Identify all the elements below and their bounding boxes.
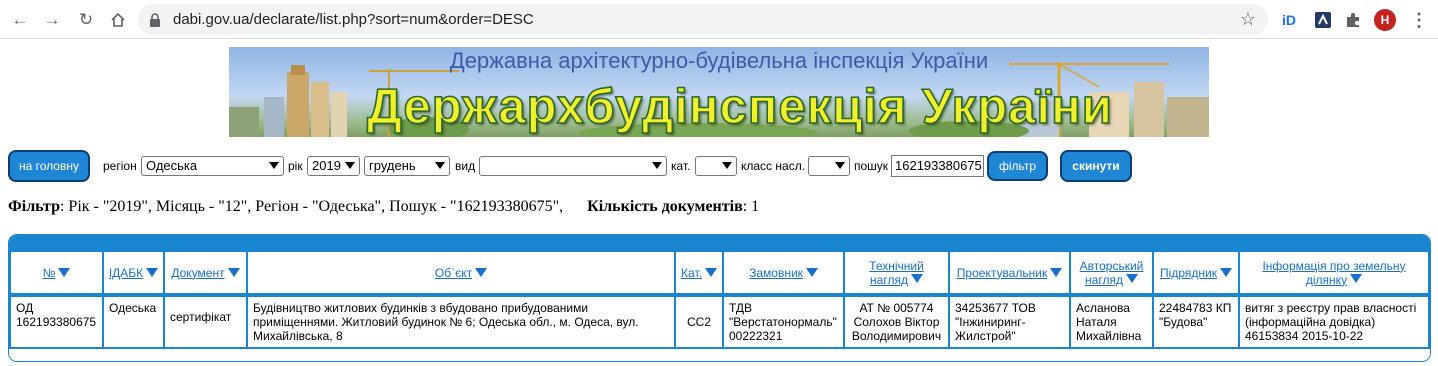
address-bar[interactable]: dabi.gov.ua/declarate/list.php?sort=num&… [138, 4, 1268, 35]
search-input[interactable]: 162193380675 [891, 155, 984, 177]
column-header-designer[interactable]: Проектувальник [948, 250, 1071, 295]
class-label: класс насл. [741, 159, 806, 173]
column-header-land-info[interactable]: Інформація про земельну ділянку [1238, 250, 1430, 295]
document-count-label: Кількість документів [587, 198, 743, 215]
column-header-object[interactable]: Об`єкт [246, 250, 676, 295]
forward-arrow-icon[interactable]: → [40, 8, 64, 32]
cell-customer: ТДВ "Верстатонормаль" 00222321 [722, 295, 845, 349]
sort-triangle-icon [704, 268, 717, 277]
chevron-down-icon [835, 162, 845, 169]
cell-contractor: 22484783 КП "Будова" [1152, 295, 1240, 349]
header-label: ділянку [1305, 272, 1348, 287]
home-button[interactable]: на головну [8, 150, 90, 182]
cell-idabk: Одеська [102, 295, 165, 349]
category-label: кат. [671, 159, 691, 173]
header-label: Технічний [869, 258, 924, 273]
reset-button[interactable]: скинути [1060, 150, 1132, 182]
sort-triangle-icon [475, 268, 488, 277]
chevron-down-icon [722, 162, 732, 169]
back-arrow-icon[interactable]: ← [8, 8, 32, 32]
column-header-category[interactable]: Кат. [674, 250, 724, 295]
site-banner: Державна архітектурно-будівельна інспекц… [229, 47, 1209, 137]
sort-triangle-icon [1219, 268, 1232, 277]
sort-triangle-icon [227, 268, 240, 277]
profile-avatar[interactable]: H [1374, 9, 1396, 31]
cell-document: сертифікат [163, 295, 248, 349]
year-value: 2019 [312, 158, 341, 173]
header-label: Кат. [681, 265, 702, 280]
header-label: Проектувальник [956, 265, 1048, 280]
browser-toolbar: ← → ↻ dabi.gov.ua/declarate/list.php?sor… [0, 0, 1438, 39]
year-select[interactable]: 2019 [307, 156, 360, 176]
class-select[interactable] [808, 156, 850, 176]
cell-land-info: витяг з реєстру прав власності (інформац… [1238, 295, 1430, 349]
extension-id-icon[interactable]: iD [1278, 9, 1300, 31]
banner-subtitle: Державна архітектурно-будівельна інспекц… [449, 48, 989, 73]
region-select[interactable]: Одеська [141, 156, 284, 176]
sort-triangle-icon [1050, 268, 1063, 277]
region-value: Одеська [146, 158, 198, 173]
month-value: грудень [369, 158, 416, 173]
region-label: регіон [103, 159, 137, 173]
extension-puzzle-dark-icon[interactable] [1312, 9, 1334, 31]
category-select[interactable] [695, 156, 737, 176]
declarations-table: № ІДАБК Документ Об`єкт Кат. Замовник Те… [8, 234, 1431, 362]
chevron-down-icon [435, 162, 445, 169]
filter-summary: Фільтр: Рік - "2019", Місяць - "12", Рег… [8, 198, 759, 216]
sort-triangle-icon [805, 268, 818, 277]
extensions-puzzle-icon[interactable] [1342, 9, 1364, 31]
header-label: Інформація про земельну [1262, 258, 1406, 273]
cell-designer: 34253677 ТОВ "Інжиниринг-Жилстрой" [948, 295, 1071, 349]
header-label: ІДАБК [108, 265, 144, 280]
header-label: № [42, 265, 56, 280]
type-select[interactable] [479, 156, 667, 176]
chevron-down-icon [345, 162, 355, 169]
header-label: Авторський [1079, 258, 1144, 273]
menu-kebab-icon[interactable]: ⋮ [1408, 9, 1430, 31]
column-header-technical-supervision[interactable]: Технічний нагляд [843, 250, 950, 295]
filter-summary-label: Фільтр [8, 198, 60, 215]
column-header-number[interactable]: № [9, 250, 104, 295]
column-header-document[interactable]: Документ [163, 250, 248, 295]
cell-number: ОД 162193380675 [9, 295, 104, 349]
year-label: рік [288, 159, 303, 173]
reload-icon[interactable]: ↻ [74, 8, 98, 32]
month-select[interactable]: грудень [364, 156, 450, 176]
sort-triangle-icon [1350, 273, 1363, 283]
url-text: dabi.gov.ua/declarate/list.php?sort=num&… [173, 11, 534, 28]
cell-category: СС2 [674, 295, 724, 349]
home-icon[interactable] [106, 8, 130, 32]
sort-triangle-icon [146, 268, 159, 277]
cell-technical-supervision: АТ № 005774 Солохов Віктор Володимирович [843, 295, 950, 349]
type-label: вид [455, 159, 476, 173]
column-header-idabk[interactable]: ІДАБК [102, 250, 165, 295]
column-header-customer[interactable]: Замовник [722, 250, 845, 295]
header-label: Замовник [749, 265, 803, 280]
header-label: Підрядник [1160, 265, 1217, 280]
cell-author-supervision: Асланова Наталя Михайлівна [1069, 295, 1154, 349]
column-header-author-supervision[interactable]: Авторський нагляд [1069, 250, 1154, 295]
document-count-value: : 1 [742, 198, 760, 215]
table-top-bar [9, 235, 1430, 250]
header-label: Об`єкт [434, 265, 473, 280]
cell-object: Будівництво житлових будинків з вбудован… [246, 295, 676, 349]
lock-icon [150, 13, 160, 27]
chevron-down-icon [269, 162, 279, 169]
search-label: пошук [854, 159, 889, 173]
header-label: Документ [171, 265, 225, 280]
bookmark-star-icon[interactable]: ☆ [1240, 9, 1256, 30]
header-label: нагляд [1085, 272, 1123, 287]
banner-title: Держархбудінспекція України [366, 79, 1113, 135]
header-label: нагляд [870, 272, 908, 287]
sort-triangle-icon [910, 273, 923, 283]
filter-button[interactable]: фільтр [987, 151, 1048, 181]
column-header-contractor[interactable]: Підрядник [1152, 250, 1240, 295]
sort-triangle-icon [58, 268, 71, 277]
filter-summary-text: : Рік - "2019", Місяць - "12", Регіон - … [59, 198, 564, 215]
table-bottom-bar [9, 351, 1430, 361]
sort-triangle-icon [1125, 273, 1138, 283]
chevron-down-icon [652, 162, 662, 169]
